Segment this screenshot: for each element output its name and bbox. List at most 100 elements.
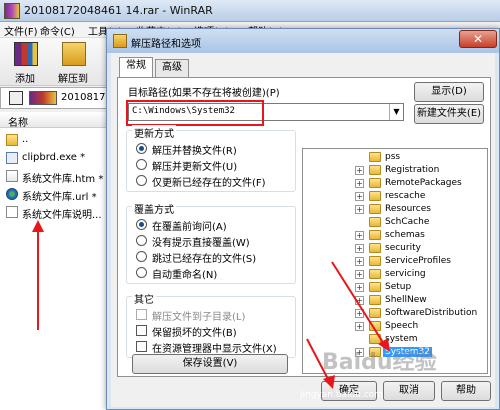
overwrite-mode-title: 覆盖方式: [132, 201, 176, 216]
general-panel: 目标路径(如果不存在将被创建)(P) 显示(D) 新建文件夹(E) C:\Win…: [117, 77, 491, 377]
radio-indicator: [136, 219, 147, 230]
tree-item[interactable]: + Resources: [303, 203, 479, 216]
tree-item[interactable]: + SoftwareDistribution: [303, 307, 479, 320]
radio-indicator: [136, 251, 147, 262]
menu-commands[interactable]: 命令(C): [40, 23, 75, 38]
expand-icon[interactable]: +: [355, 296, 364, 305]
expand-icon[interactable]: +: [355, 270, 364, 279]
list-item[interactable]: ..: [4, 132, 110, 148]
target-path-input[interactable]: C:\Windows\System32: [132, 106, 235, 116]
expand-icon[interactable]: +: [355, 166, 364, 175]
checkbox-indicator: [136, 325, 147, 336]
folder-icon: [369, 295, 381, 305]
expand-icon[interactable]: +: [355, 283, 364, 292]
list-item[interactable]: 系统文件库说明...: [4, 204, 110, 221]
text-file-icon: [6, 206, 18, 218]
cancel-button[interactable]: 取消: [383, 381, 435, 401]
winrar-logo-icon: [4, 3, 20, 19]
folder-icon: [369, 321, 381, 331]
up-folder-icon[interactable]: [9, 91, 23, 105]
tree-item[interactable]: + security: [303, 242, 479, 255]
url-file-icon: [6, 188, 18, 200]
misc-title: 其它: [132, 291, 156, 306]
tree-item[interactable]: + rescache: [303, 190, 479, 203]
expand-icon[interactable]: +: [355, 179, 364, 188]
watermark-text: jingyan.baidu.com: [300, 390, 384, 400]
target-path-label: 目标路径(如果不存在将被创建)(P): [128, 88, 280, 99]
tree-item[interactable]: pss: [303, 151, 479, 164]
folder-icon: [369, 256, 381, 266]
baidu-watermark-logo: Baidu经验: [322, 350, 437, 375]
folder-icon: [369, 230, 381, 240]
radio-indicator: [136, 235, 147, 246]
dialog-body: 常规 高级 目标路径(如果不存在将被创建)(P) 显示(D) 新建文件夹(E) …: [111, 53, 495, 407]
tree-item[interactable]: + Registration: [303, 164, 479, 177]
expand-icon[interactable]: +: [355, 257, 364, 266]
extract-folder-icon: [62, 42, 86, 66]
annotation-arrow-up: [32, 220, 44, 330]
tab-general[interactable]: 常规: [119, 57, 153, 77]
radio-indicator: [136, 267, 147, 278]
toolbar: 添加 解压到: [0, 38, 110, 86]
tree-item[interactable]: + schemas: [303, 229, 479, 242]
update-mode-title: 更新方式: [132, 125, 176, 140]
chevron-down-icon[interactable]: ▼: [389, 104, 403, 120]
checkbox-indicator: [136, 341, 147, 352]
tree-item[interactable]: + ServiceProfiles: [303, 255, 479, 268]
new-folder-button[interactable]: 新建文件夹(E): [414, 104, 484, 124]
folder-icon: [369, 334, 381, 344]
folder-icon: [369, 165, 381, 175]
folder-icon: [369, 308, 381, 318]
list-item[interactable]: clipbrd.exe *: [4, 150, 110, 166]
extract-to-button[interactable]: 解压到: [52, 40, 94, 86]
column-header-name[interactable]: 名称: [0, 112, 110, 129]
folder-icon: [369, 178, 381, 188]
expand-icon[interactable]: +: [355, 309, 364, 318]
folder-icon: [369, 191, 381, 201]
main-title: 20108172048461 14.rar - WinRAR: [24, 4, 213, 17]
close-button[interactable]: ✕: [459, 30, 497, 48]
tree-item[interactable]: SchCache: [303, 216, 479, 229]
dialog-titlebar: 解压路径和选项 ✕: [107, 29, 499, 53]
target-path-combobox[interactable]: C:\Windows\System32 ▼: [128, 103, 404, 121]
expand-icon[interactable]: +: [355, 192, 364, 201]
tree-item[interactable]: + servicing: [303, 268, 479, 281]
main-titlebar: 20108172048461 14.rar - WinRAR: [0, 0, 500, 22]
file-list: 名称 .. clipbrd.exe * 系统文件库.htm * 系统文件库.ur…: [0, 112, 110, 410]
folder-icon: [369, 217, 381, 227]
tree-item[interactable]: + RemotePackages: [303, 177, 479, 190]
address-bar: 2010817: [0, 87, 110, 109]
radio-indicator: [136, 159, 147, 170]
save-settings-button[interactable]: 保存设置(V): [132, 354, 288, 374]
menu-file[interactable]: 文件(F): [4, 23, 38, 38]
list-item[interactable]: 系统文件库.htm *: [4, 168, 110, 185]
expand-icon[interactable]: +: [355, 205, 364, 214]
folder-up-icon: [6, 134, 18, 146]
tree-item[interactable]: + ShellNew: [303, 294, 479, 307]
address-text: 2010817: [61, 92, 106, 103]
expand-icon[interactable]: +: [355, 244, 364, 253]
folder-icon: [369, 243, 381, 253]
folder-icon: [369, 152, 381, 162]
folder-icon: [369, 204, 381, 214]
folder-icon: [369, 269, 381, 279]
folder-tree[interactable]: pss + Registration + RemotePackages + resca…: [302, 148, 488, 374]
add-button[interactable]: 添加: [4, 40, 46, 86]
expand-icon[interactable]: +: [355, 322, 364, 331]
dialog-title: 解压路径和选项: [131, 39, 201, 50]
archive-icon: [29, 91, 57, 105]
list-item[interactable]: 系统文件库.url *: [4, 186, 110, 203]
radio-indicator: [136, 175, 147, 186]
html-file-icon: [6, 170, 18, 182]
folder-icon: [369, 282, 381, 292]
checkbox-indicator: [136, 309, 147, 320]
folder-icon: [113, 34, 127, 48]
help-button[interactable]: 帮助: [441, 381, 491, 401]
extract-dialog: 解压路径和选项 ✕ 常规 高级 目标路径(如果不存在将被创建)(P) 显示(D)…: [106, 28, 500, 410]
show-button[interactable]: 显示(D): [414, 82, 484, 102]
tree-item[interactable]: + Setup: [303, 281, 479, 294]
expand-icon[interactable]: +: [355, 231, 364, 240]
exe-file-icon: [6, 152, 18, 164]
tab-advanced[interactable]: 高级: [155, 59, 189, 77]
tree-item[interactable]: + Speech: [303, 320, 479, 333]
